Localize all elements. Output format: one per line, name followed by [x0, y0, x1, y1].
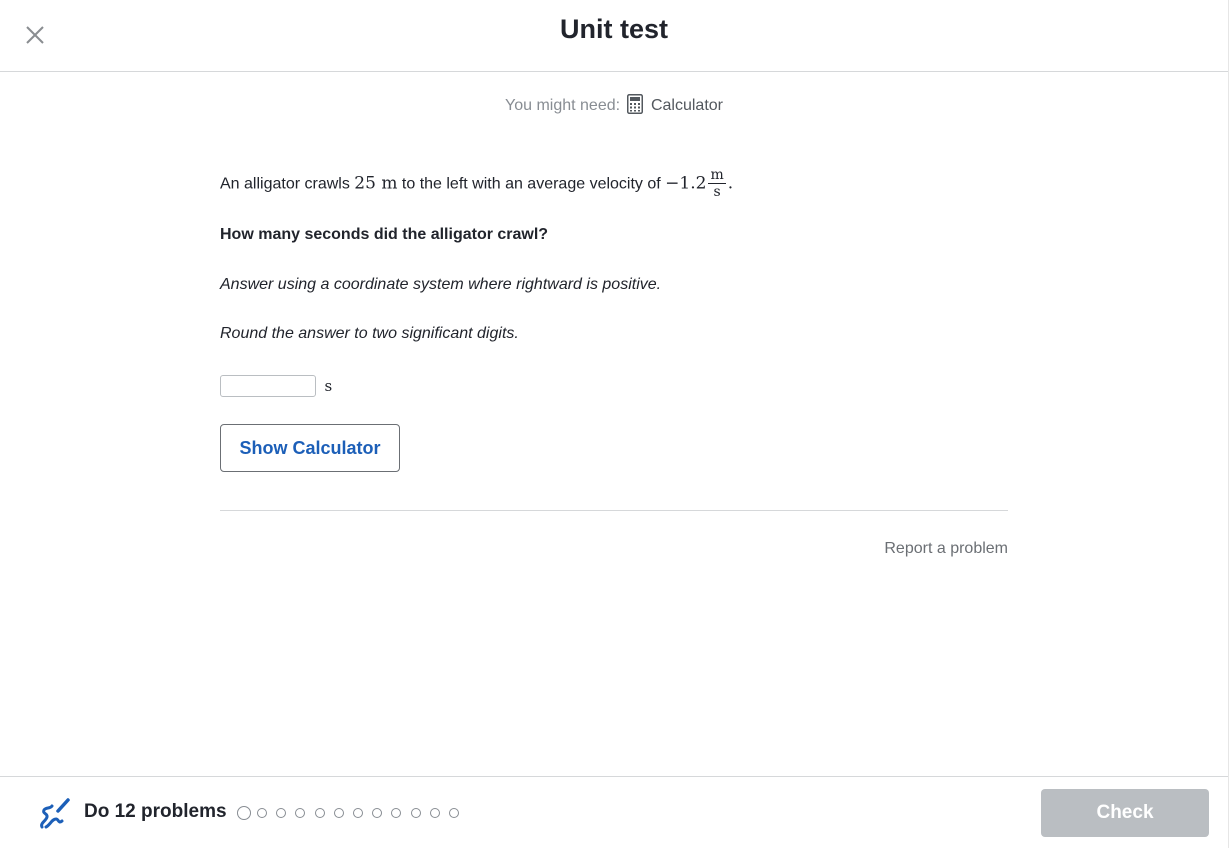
page-title: Unit test: [560, 14, 668, 44]
header: Unit test: [0, 0, 1228, 72]
question-area: An alligator crawls 25 m to the left wit…: [220, 150, 1008, 557]
exercise-modal: Unit test You might need: Calculator An …: [0, 0, 1229, 848]
progress-dot: [449, 808, 459, 818]
show-calculator-button[interactable]: Show Calculator: [220, 424, 400, 472]
progress-dot: [353, 808, 363, 818]
report-problem-link[interactable]: Report a problem: [884, 540, 1008, 558]
footer: Do 12 problems Check: [0, 776, 1228, 848]
problems-count-label: Do 12 problems: [84, 801, 227, 822]
tools-needed: You might need: Calculator: [0, 94, 1228, 119]
progress-dot: [410, 808, 421, 818]
progress-dot: [295, 808, 306, 818]
progress-dot: [372, 808, 383, 818]
tools-needed-label: You might need:: [505, 97, 621, 114]
progress-dot: [391, 808, 402, 818]
velocity-unit-denominator: s: [713, 184, 721, 200]
check-button[interactable]: Check: [1041, 789, 1209, 837]
question-text: How many seconds did the alligator crawl…: [220, 226, 549, 243]
velocity-unit-numerator: m: [708, 167, 726, 184]
distance-value: 25: [354, 173, 376, 194]
velocity-unit-fraction: ms: [708, 167, 726, 200]
progress-dot: [276, 808, 287, 818]
problem-statement: An alligator crawls 25 m to the left wit…: [220, 150, 1008, 206]
progress-dot-current: [237, 806, 251, 820]
progress-dot: [257, 808, 267, 818]
answer-unit: s: [324, 377, 333, 395]
problem-text-before: An alligator crawls: [220, 175, 355, 193]
divider: [220, 510, 1008, 511]
progress-dot: [429, 808, 440, 818]
pencil-squiggle-icon: [38, 797, 72, 836]
calculator-tool-label: Calculator: [650, 97, 723, 114]
coordinate-hint: Answer using a coordinate system where r…: [220, 276, 662, 293]
answer-row: s: [220, 375, 332, 397]
progress-dot: [333, 808, 344, 818]
problem-text-end: .: [727, 173, 734, 194]
distance-unit: m: [381, 173, 398, 194]
velocity-value: −1.2: [665, 173, 707, 194]
calculator-icon: [626, 94, 643, 119]
rounding-hint: Round the answer to two significant digi…: [220, 325, 519, 342]
answer-input[interactable]: [220, 375, 316, 397]
progress-dot: [314, 808, 325, 818]
problem-text-middle: to the left with an average velocity of: [397, 175, 666, 193]
